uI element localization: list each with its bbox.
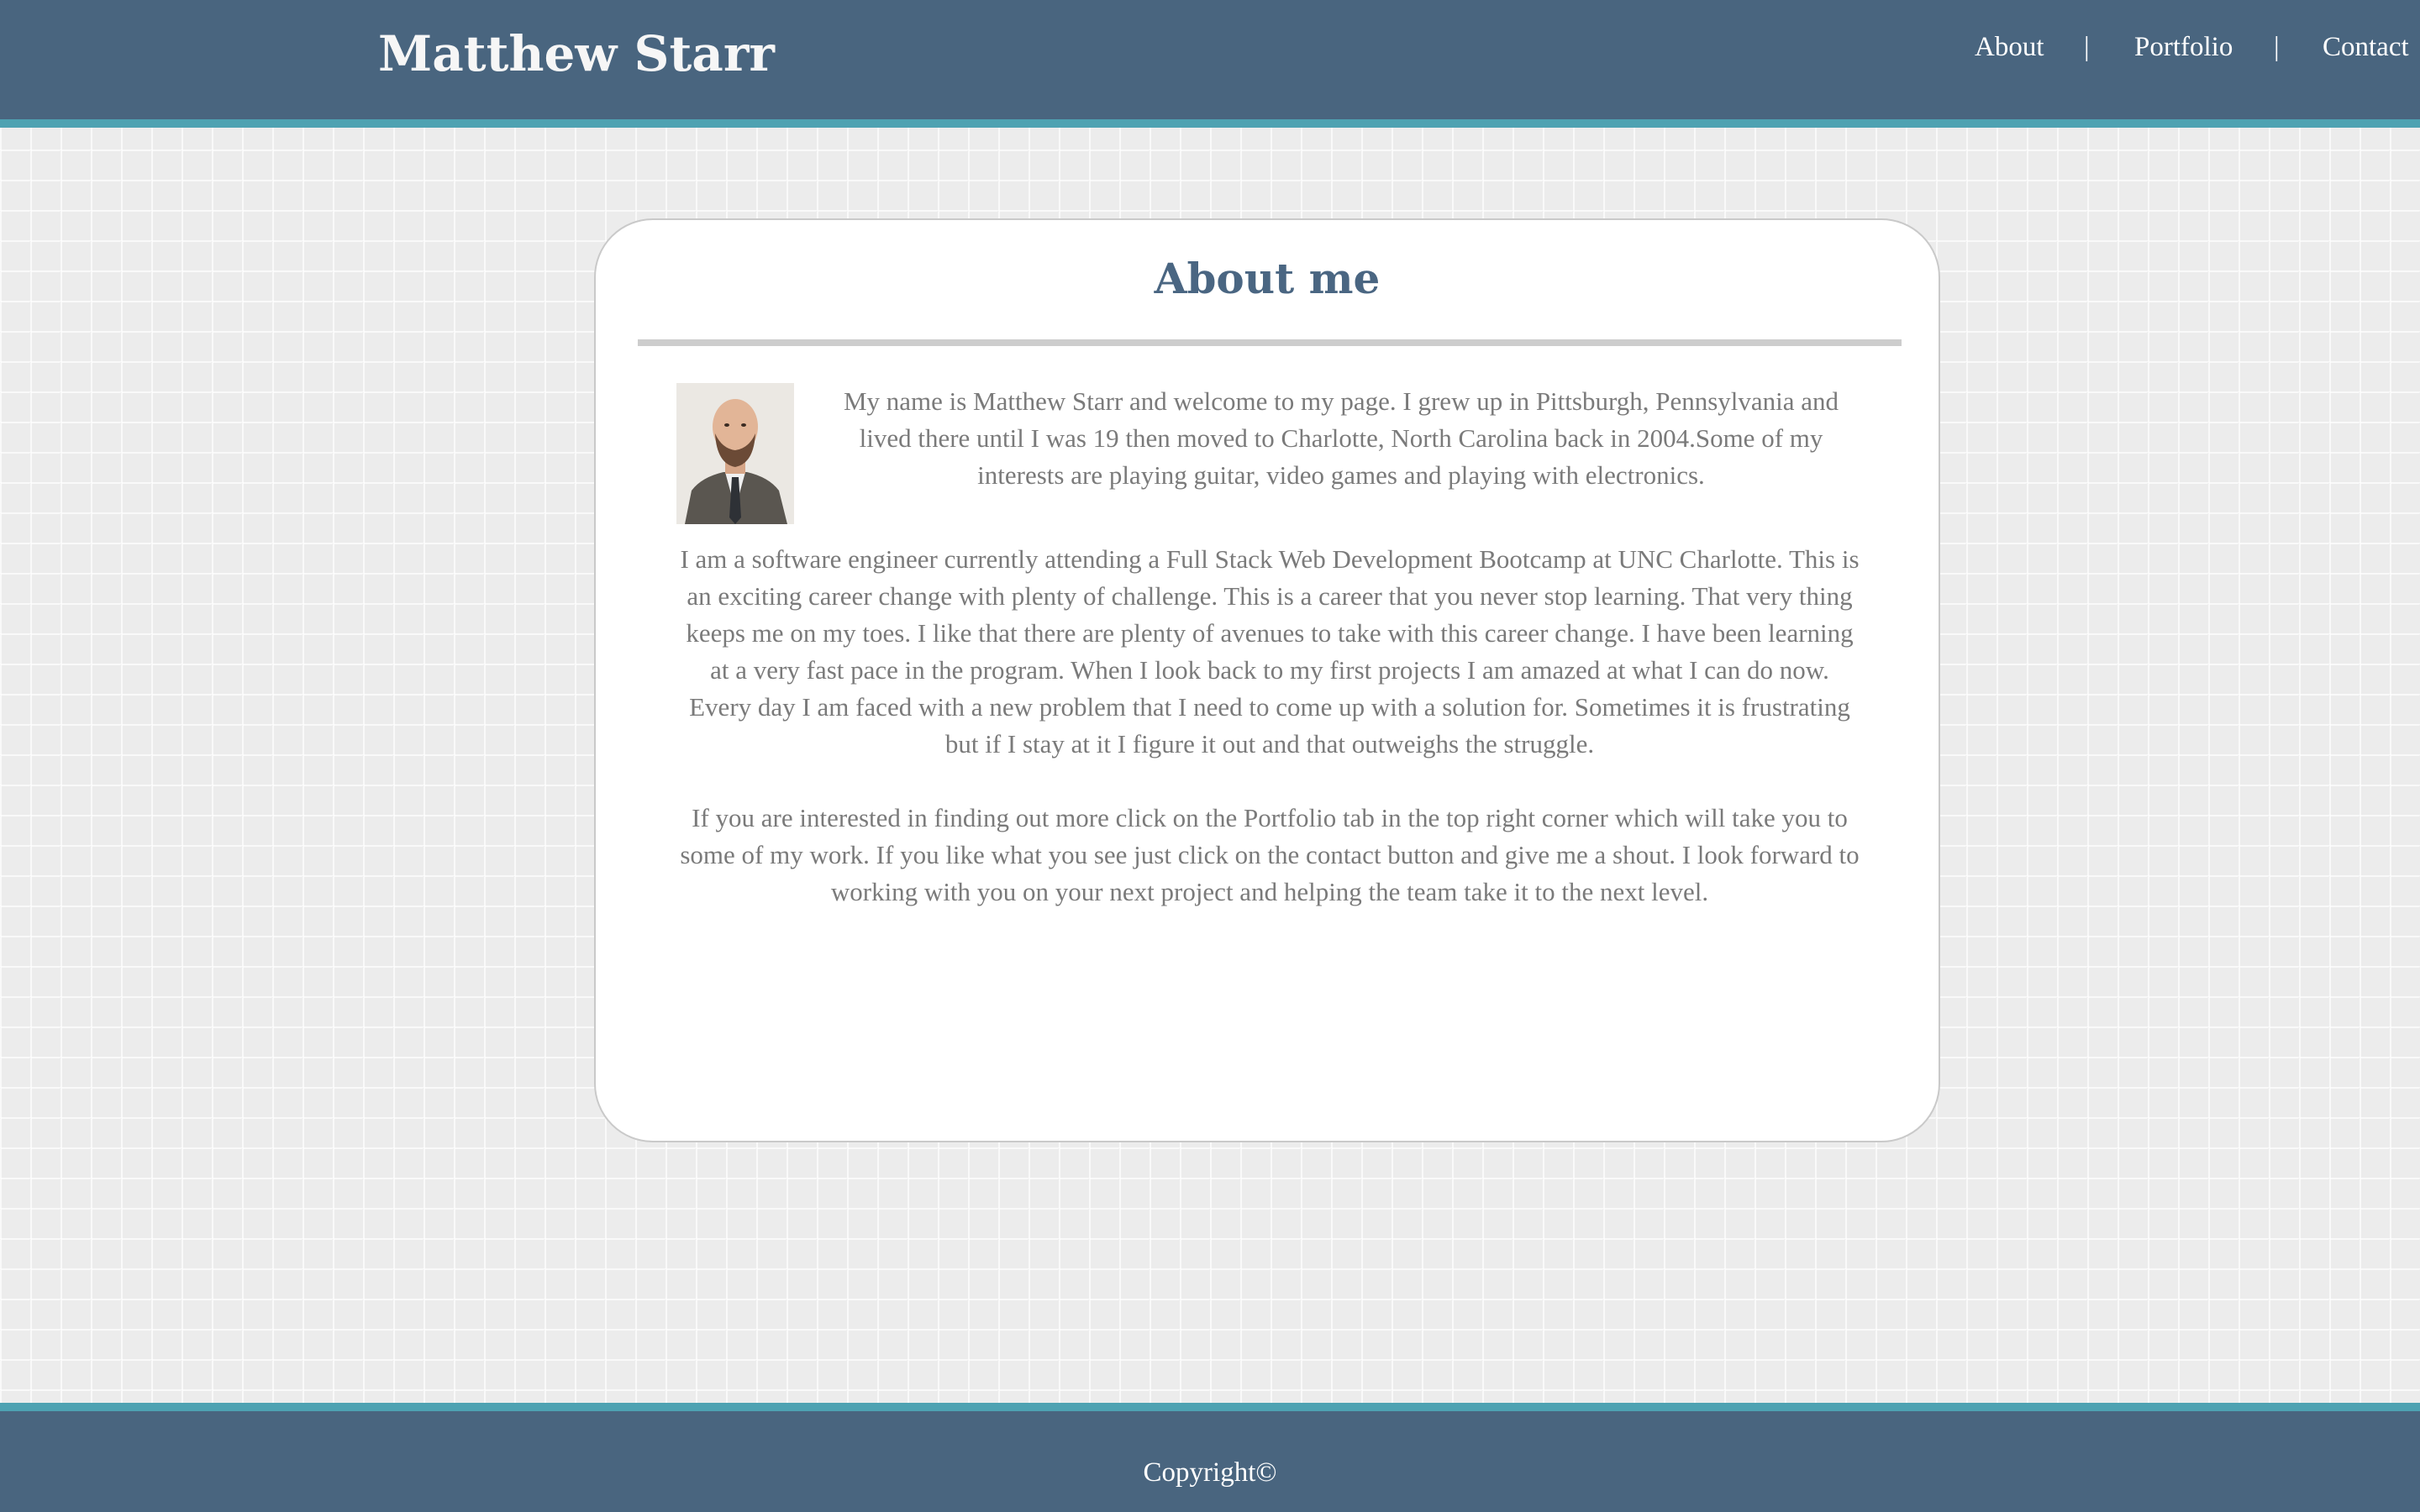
title-divider: [638, 339, 1902, 346]
about-card: About me My name is Matthew Starr and we…: [594, 218, 1940, 1142]
site-footer: Copyright©: [0, 1403, 2420, 1512]
about-title: About me: [1154, 254, 1381, 303]
profile-photo-icon: [676, 383, 794, 524]
copyright-text: Copyright©: [1143, 1457, 1277, 1488]
nav-link-contact[interactable]: Contact: [2323, 32, 2409, 63]
about-paragraph-intro: My name is Matthew Starr and welcome to …: [843, 386, 1839, 490]
nav-separator: |: [2274, 32, 2280, 62]
about-paragraph-cta: If you are interested in finding out mor…: [680, 803, 1860, 906]
nav-link-about[interactable]: About: [1975, 32, 2044, 63]
main-nav: About | Portfolio | Contact: [0, 32, 2420, 74]
about-content: My name is Matthew Starr and welcome to …: [676, 383, 1863, 948]
nav-link-portfolio[interactable]: Portfolio: [2134, 32, 2233, 63]
about-paragraph-career: I am a software engineer currently atten…: [680, 544, 1860, 759]
profile-photo: [676, 383, 794, 524]
site-header: Matthew Starr About | Portfolio | Contac…: [0, 0, 2420, 128]
nav-separator: |: [2084, 32, 2090, 62]
